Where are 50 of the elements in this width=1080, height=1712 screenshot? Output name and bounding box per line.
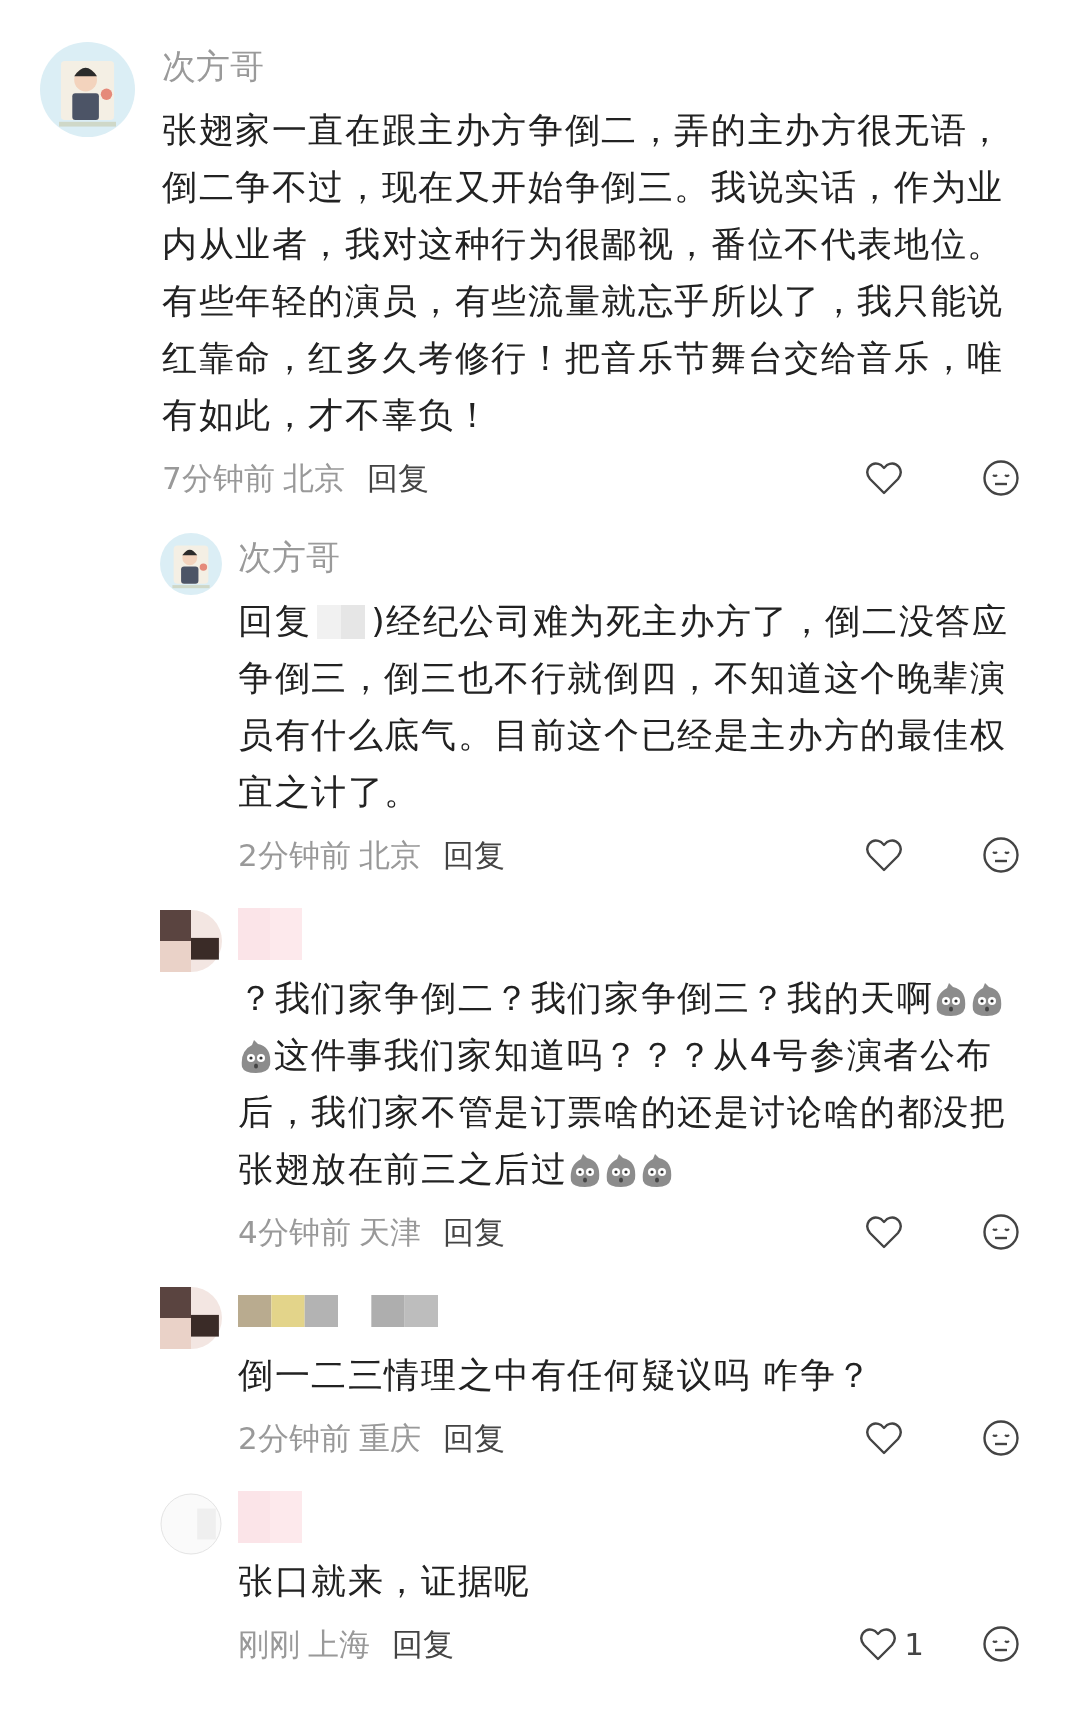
- comment-text: 倒二争不过，现在又开始争倒三。我说实话，作为业: [162, 165, 1004, 209]
- comment-text: )经纪公司难为死主办方了，倒二没答应: [371, 599, 1009, 643]
- heart-icon[interactable]: [864, 459, 904, 497]
- comment-text: 有些年轻的演员，有些流量就忘乎所以了，我只能说: [162, 279, 1004, 323]
- comment-time: 4分钟前: [238, 1212, 351, 1252]
- comment-text: 倒一二三情理之中有任何疑议吗 咋争？: [238, 1353, 873, 1397]
- avatar[interactable]: [160, 910, 222, 972]
- comment-location: 北京: [358, 835, 421, 875]
- like-count: 1: [904, 1624, 924, 1664]
- comment-location: 上海: [308, 1624, 370, 1664]
- reply-link[interactable]: 回复: [392, 1620, 454, 1668]
- censored-name: [317, 604, 366, 639]
- comment-text: 争倒三，倒三也不行就倒四，不知道这个晚辈演: [238, 656, 1007, 700]
- comment-text: 内从业者，我对这种行为很鄙视，番位不代表地位。: [162, 222, 1004, 266]
- avatar[interactable]: [40, 42, 135, 137]
- comment-text: 有如此，才不辜负！: [162, 393, 492, 437]
- user-name: 次方哥: [238, 536, 340, 579]
- face-icon[interactable]: [982, 1213, 1020, 1251]
- comment-text: ？我们家争倒二？我们家争倒三？我的天啊: [238, 976, 934, 1020]
- comment-text: 张翅放在前三之后过: [238, 1147, 568, 1191]
- comment-text: 员有什么底气。目前这个已经是主办方的最佳权: [238, 713, 1007, 757]
- heart-icon[interactable]: [864, 1419, 904, 1457]
- avatar[interactable]: [160, 533, 222, 595]
- comment-text: 这件事我们家知道吗？？？从4号参演者公布: [274, 1033, 993, 1077]
- comment-time: 2分钟前: [238, 1418, 351, 1458]
- face-icon[interactable]: [982, 459, 1020, 497]
- face-icon[interactable]: [982, 1625, 1020, 1663]
- comment-time: 7分钟前: [162, 458, 275, 498]
- comment-text: 红靠命，红多久考修行！把音乐节舞台交给音乐，唯: [162, 336, 1004, 380]
- reply-link[interactable]: 回复: [442, 1414, 505, 1462]
- user-name: 次方哥: [162, 45, 264, 88]
- comment-text: 张口就来，证据呢: [238, 1559, 531, 1603]
- comment-location: 北京: [282, 458, 345, 498]
- face-icon[interactable]: [982, 836, 1020, 874]
- heart-icon[interactable]: [864, 1213, 904, 1251]
- comment-text: 回复: [238, 599, 312, 643]
- heart-icon[interactable]: [864, 836, 904, 874]
- heart-icon[interactable]: [858, 1625, 899, 1663]
- comment-time: 刚刚: [238, 1624, 300, 1664]
- comment-location: 重庆: [358, 1418, 421, 1458]
- comment-text: 宜之计了。: [238, 770, 421, 814]
- reply-link[interactable]: 回复: [366, 454, 429, 502]
- comment-location: 天津: [358, 1212, 421, 1252]
- comment-text: 张翅家一直在跟主办方争倒二，弄的主办方很无语，: [162, 108, 1004, 152]
- face-icon[interactable]: [982, 1419, 1020, 1457]
- reply-link[interactable]: 回复: [442, 1208, 505, 1256]
- avatar[interactable]: [160, 1287, 222, 1349]
- comment-time: 2分钟前: [238, 835, 351, 875]
- comment-text: 后，我们家不管是订票啥的还是讨论啥的都没把: [238, 1090, 1007, 1134]
- reply-link[interactable]: 回复: [442, 831, 505, 879]
